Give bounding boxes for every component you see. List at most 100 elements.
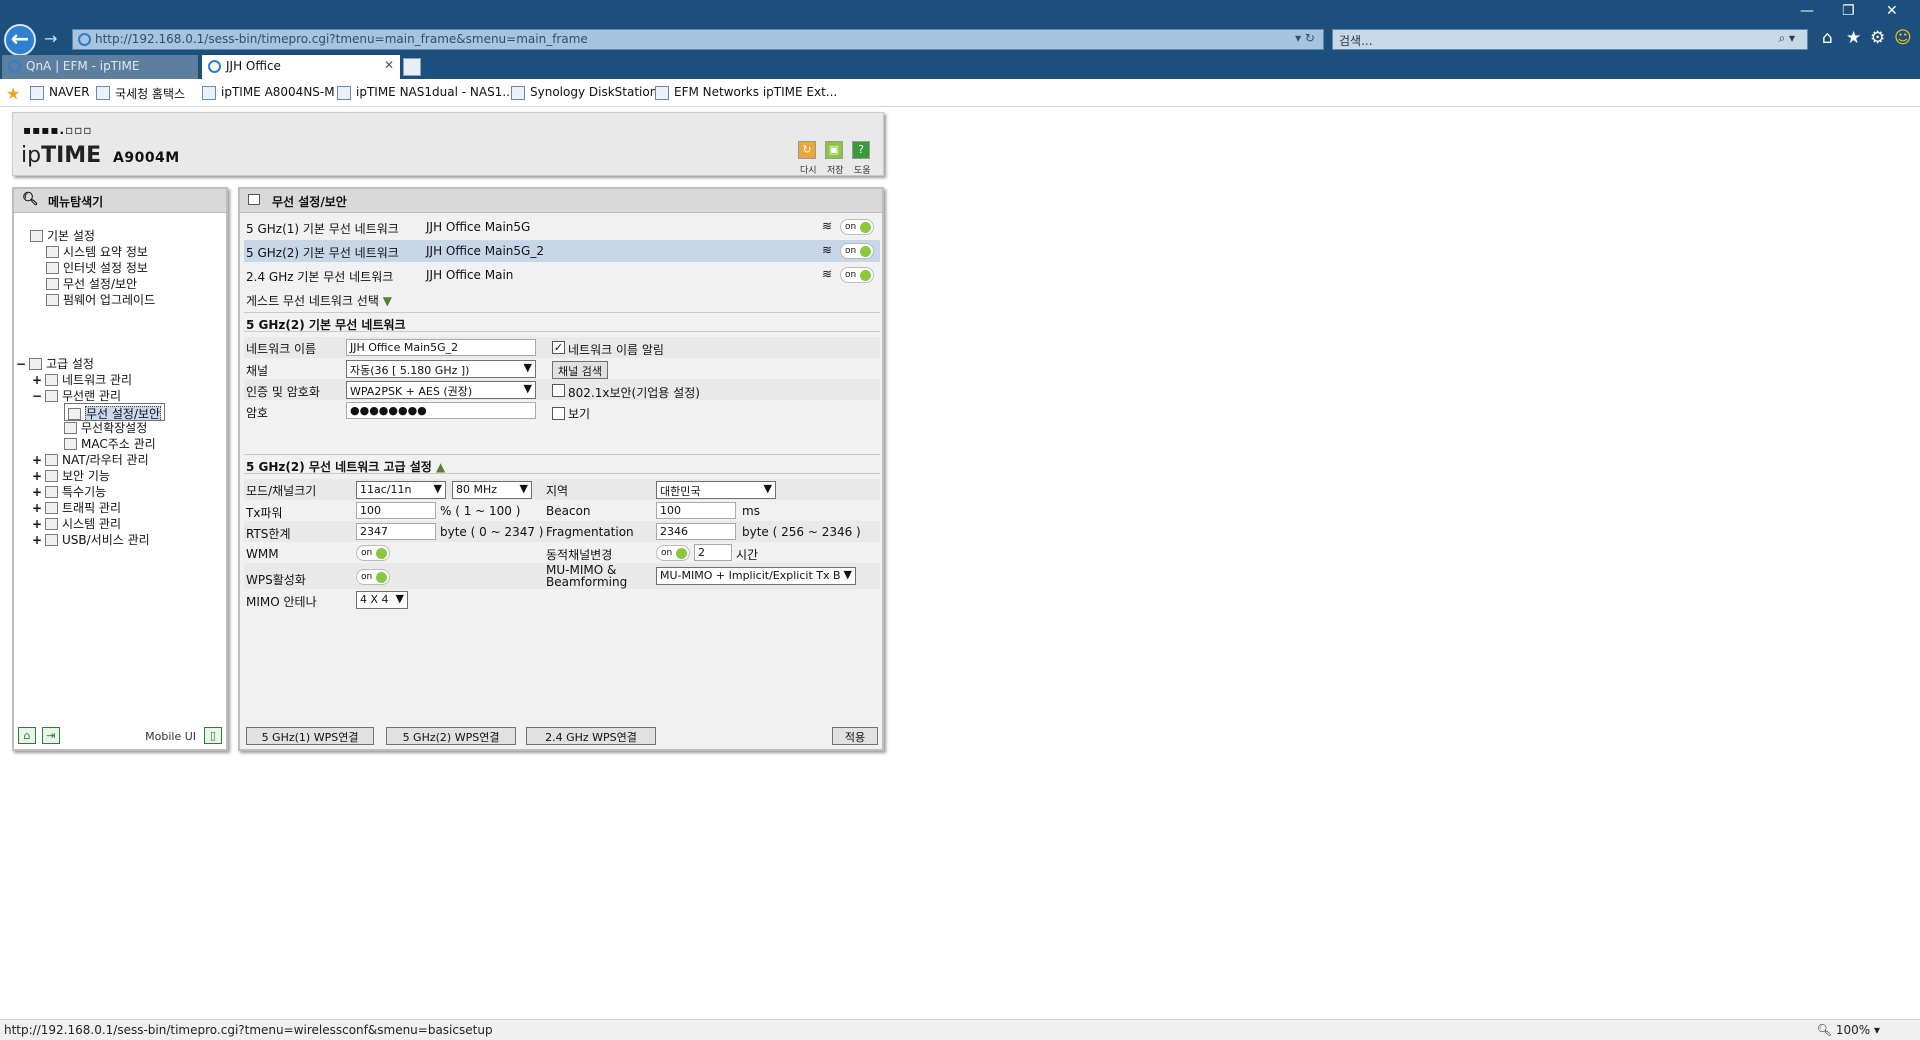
wps-5g2-button[interactable]: 5 GHz(2) WPS연결: [386, 727, 516, 745]
wps-toggle[interactable]: on: [356, 569, 390, 585]
network-row-24g[interactable]: 2.4 GHz 기본 무선 네트워크 JJH Office Main ≋ on: [244, 264, 880, 286]
tree-nat-router[interactable]: + NAT/라우터 관리: [32, 451, 149, 468]
network-name-input[interactable]: JJH Office Main5G_2: [346, 339, 536, 356]
favorite-efm-networks[interactable]: EFM Networks ipTIME Ext...: [655, 85, 837, 100]
expand-icon[interactable]: +: [32, 469, 42, 483]
address-bar[interactable]: http://192.168.0.1/sess-bin/timepro.cgi?…: [72, 29, 1324, 50]
tab-qna[interactable]: QnA | EFM - ipTIME: [2, 55, 198, 79]
network-row-5g1[interactable]: 5 GHz(1) 기본 무선 네트워크 JJH Office Main5G ≋ …: [244, 216, 880, 238]
tree-network-mgmt[interactable]: + 네트워크 관리: [32, 371, 132, 388]
tab-close-icon[interactable]: ✕: [384, 58, 394, 72]
tree-basic-settings[interactable]: 기본 설정: [30, 227, 95, 244]
tree-security[interactable]: + 보안 기능: [32, 467, 110, 484]
expand-icon[interactable]: +: [32, 373, 42, 387]
mode-select[interactable]: 11ac/11n ▼: [356, 481, 446, 499]
new-tab-button[interactable]: [403, 58, 421, 76]
show-password-checkbox[interactable]: [552, 407, 565, 420]
collapse-icon[interactable]: −: [32, 389, 42, 403]
back-button[interactable]: ←: [4, 24, 36, 56]
network-toggle[interactable]: on: [840, 243, 874, 259]
channel-width-select[interactable]: 80 MHz ▼: [452, 481, 532, 499]
brand-bold: TIME: [41, 143, 102, 168]
tree-firmware-upgrade[interactable]: 펌웨어 업그레이드: [46, 291, 155, 308]
logout-icon[interactable]: ⇥: [42, 727, 60, 744]
globe-icon: [46, 262, 59, 274]
help-icon[interactable]: ?: [852, 141, 870, 159]
settings-gear-icon[interactable]: ⚙: [1870, 28, 1885, 48]
region-select[interactable]: 대한민국 ▼: [656, 481, 776, 499]
rts-input[interactable]: 2347: [356, 523, 436, 540]
tx-power-input[interactable]: 100: [356, 502, 436, 519]
tree-special[interactable]: + 특수기능: [32, 483, 106, 500]
restore-icon[interactable]: ❐: [1842, 3, 1855, 19]
tree-traffic[interactable]: + 트래픽 관리: [32, 499, 121, 516]
expand-icon[interactable]: +: [32, 533, 42, 547]
home-icon[interactable]: ⌂: [1822, 28, 1833, 48]
tree-wlan-mgmt[interactable]: − 무선랜 관리: [32, 387, 121, 404]
favorite-naver[interactable]: NAVER: [30, 85, 90, 100]
wifi-settings-icon[interactable]: ≋: [822, 243, 832, 257]
mobile-ui-link[interactable]: Mobile UI: [145, 730, 196, 743]
network-row-5g2[interactable]: 5 GHz(2) 기본 무선 네트워크 JJH Office Main5G_2 …: [244, 240, 880, 262]
apply-button[interactable]: 적용: [832, 727, 878, 745]
tree-internet-info[interactable]: 인터넷 설정 정보: [46, 259, 148, 276]
dynamic-channel-hours-input[interactable]: 2: [694, 544, 732, 561]
mimo-select[interactable]: 4 X 4 ▼: [356, 591, 408, 609]
channel-select[interactable]: 자동(36 [ 5.180 GHz ]) ▼: [346, 360, 536, 378]
tree-advanced-settings[interactable]: − 고급 설정: [16, 355, 94, 372]
home-icon[interactable]: ⌂: [18, 727, 36, 744]
expand-icon[interactable]: +: [32, 501, 42, 515]
broadcast-checkbox[interactable]: ✓: [552, 341, 565, 354]
search-box[interactable]: 검색... ⌕ ▾: [1332, 29, 1808, 50]
save-icon[interactable]: ▣: [825, 141, 843, 159]
tree-wireless-extension[interactable]: 무선확장설정: [64, 419, 147, 436]
collapse-icon[interactable]: −: [16, 357, 26, 371]
minimize-icon[interactable]: —: [1800, 3, 1814, 19]
auth-select[interactable]: WPA2PSK + AES (권장) ▼: [346, 381, 536, 399]
smiley-feedback-icon[interactable]: ☺: [1894, 28, 1912, 48]
fragmentation-input[interactable]: 2346: [656, 523, 736, 540]
reload-icon[interactable]: ↻: [798, 141, 816, 159]
password-input[interactable]: ●●●●●●●●: [346, 402, 536, 419]
favorite-iptime-a8004[interactable]: ipTIME A8004NS-M: [202, 85, 335, 100]
zoom-control[interactable]: 🔍︎ 100% ▾: [1817, 1023, 1880, 1037]
expand-icon[interactable]: +: [32, 517, 42, 531]
tree-usb-service[interactable]: + USB/서비스 관리: [32, 531, 150, 548]
favorite-iptime-nas[interactable]: ipTIME NAS1dual - NAS1...: [337, 85, 514, 100]
add-favorite-star-icon[interactable]: ★: [6, 84, 20, 103]
wps-24g-button[interactable]: 2.4 GHz WPS연결: [526, 727, 656, 745]
collapse-triangle-icon[interactable]: ▲: [436, 460, 445, 474]
channel-search-button[interactable]: 채널 검색: [552, 361, 608, 379]
wps-5g1-button[interactable]: 5 GHz(1) WPS연결: [246, 727, 374, 745]
tree-label: 펌웨어 업그레이드: [63, 293, 156, 307]
enterprise-checkbox[interactable]: [552, 384, 565, 397]
expand-icon[interactable]: +: [32, 485, 42, 499]
favorites-star-icon[interactable]: ★: [1846, 28, 1861, 48]
wifi-settings-icon[interactable]: ≋: [822, 219, 832, 233]
guest-network-selector[interactable]: 게스트 무선 네트워크 선택 ▼: [246, 292, 392, 309]
wmm-toggle[interactable]: on: [356, 545, 390, 561]
expand-triangle-icon[interactable]: ▼: [383, 294, 392, 308]
tree-wireless-security[interactable]: 무선 설정/보안: [46, 275, 137, 292]
favorite-hometax[interactable]: 국세청 홈택스: [96, 85, 185, 102]
address-dropdown-icon[interactable]: ▾ ↻: [1295, 31, 1315, 45]
tree-system-summary[interactable]: 시스템 요약 정보: [46, 243, 148, 260]
tab-jjh-office[interactable]: JJH Office ✕: [202, 55, 400, 79]
favorite-synology[interactable]: Synology DiskStation: [511, 85, 657, 100]
expand-icon[interactable]: +: [32, 453, 42, 467]
advanced-section-header[interactable]: 5 GHz(2) 무선 네트워크 고급 설정 ▲: [244, 454, 880, 474]
search-icon[interactable]: ⌕ ▾: [1778, 31, 1795, 46]
dynamic-channel-toggle[interactable]: on: [656, 545, 690, 561]
network-toggle[interactable]: on: [840, 267, 874, 283]
network-toggle[interactable]: on: [840, 219, 874, 235]
tree-mac-mgmt[interactable]: MAC주소 관리: [64, 435, 156, 452]
tree-label: 무선 설정/보안: [63, 277, 138, 291]
tree-system-mgmt[interactable]: + 시스템 관리: [32, 515, 121, 532]
wifi-settings-icon[interactable]: ≋: [822, 267, 832, 281]
mumimo-label-line2: Beamforming: [546, 575, 628, 589]
close-icon[interactable]: ✕: [1886, 3, 1898, 19]
beacon-input[interactable]: 100: [656, 502, 736, 519]
mumimo-select[interactable]: MU-MIMO + Implicit/Explicit Tx B ▼: [656, 567, 856, 585]
forward-button[interactable]: →: [44, 29, 57, 48]
mobile-icon[interactable]: ▯: [204, 727, 222, 744]
